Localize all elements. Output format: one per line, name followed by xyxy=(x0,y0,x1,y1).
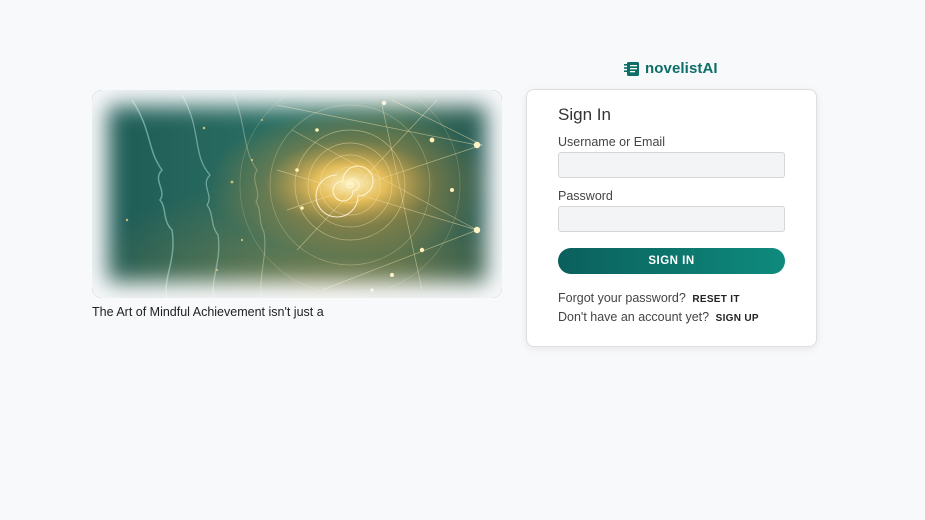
signup-line: Don't have an account yet? SIGN UP xyxy=(558,310,759,324)
hero-caption: The Art of Mindful Achievement isn't jus… xyxy=(92,305,324,319)
brand-name: novelistAI xyxy=(645,60,718,77)
sacred-geometry-illustration xyxy=(92,90,502,298)
login-page: The Art of Mindful Achievement isn't jus… xyxy=(0,0,925,520)
brand-logo[interactable]: novelistAI xyxy=(624,60,718,77)
signup-link[interactable]: SIGN UP xyxy=(716,313,759,324)
no-account-text: Don't have an account yet? xyxy=(558,310,710,324)
username-label: Username or Email xyxy=(558,135,665,149)
forgot-password-text: Forgot your password? xyxy=(558,291,686,305)
username-input[interactable] xyxy=(558,152,785,178)
book-icon xyxy=(624,61,640,77)
signin-button[interactable]: SIGN IN xyxy=(558,248,785,274)
password-label: Password xyxy=(558,189,613,203)
forgot-password-line: Forgot your password? RESET IT xyxy=(558,291,740,305)
reset-password-link[interactable]: RESET IT xyxy=(692,294,739,305)
signin-card: Sign In Username or Email Password SIGN … xyxy=(526,89,817,347)
password-input[interactable] xyxy=(558,206,785,232)
signin-title: Sign In xyxy=(558,105,611,124)
hero-image xyxy=(92,90,502,298)
